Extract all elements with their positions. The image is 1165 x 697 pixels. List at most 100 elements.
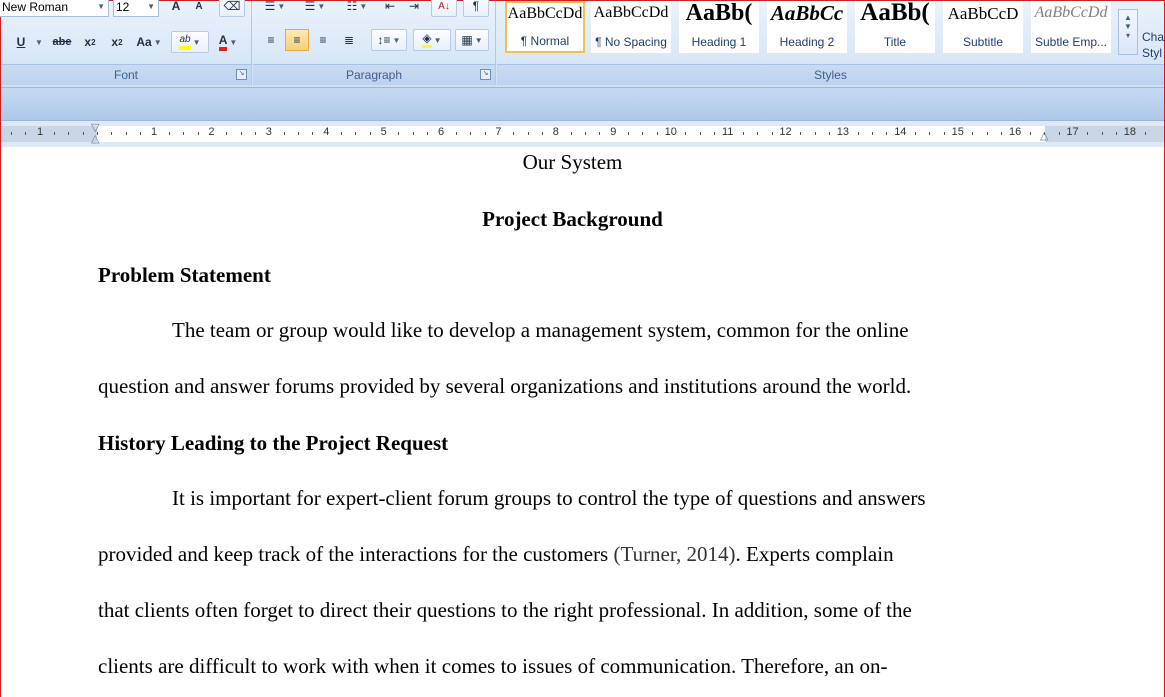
style-subtitle[interactable]: AaBbCcD Subtitle xyxy=(943,1,1023,53)
ruler-tick xyxy=(140,132,142,135)
subscript-button[interactable]: x2 xyxy=(79,31,101,53)
citation: (Turner, 2014) xyxy=(613,542,736,566)
paragraph-text: provided and keep track of the interacti… xyxy=(98,542,614,566)
align-center-button[interactable]: ≡ xyxy=(285,29,309,51)
grow-font-button[interactable]: A xyxy=(165,0,187,17)
document-page[interactable]: Our System Project Background Problem St… xyxy=(1,147,1164,697)
style-sample: AaBb( xyxy=(685,1,753,26)
styles-group: AaBbCcDd ¶ Normal AaBbCcDd ¶ No Spacing … xyxy=(497,1,1164,85)
chevron-down-icon: ▼ xyxy=(359,1,368,11)
style-no-spacing[interactable]: AaBbCcDd ¶ No Spacing xyxy=(591,1,671,53)
style-subtle-emphasis[interactable]: AaBbCcDd Subtle Emp... xyxy=(1031,1,1111,53)
ruler-tick xyxy=(11,132,12,135)
ruler-tick xyxy=(628,132,630,135)
change-styles-button[interactable]: Cha Styl xyxy=(1142,29,1164,61)
strikethrough-button[interactable]: abe xyxy=(49,31,75,53)
ruler-tick xyxy=(398,132,400,135)
superscript-button[interactable]: x2 xyxy=(105,31,129,53)
hanging-indent-marker-icon[interactable]: △ xyxy=(91,132,99,145)
show-formatting-button[interactable]: ¶ xyxy=(463,0,489,17)
style-name: Subtle Emp... xyxy=(1034,35,1108,49)
ruler-tick xyxy=(1101,132,1103,135)
ruler-tick xyxy=(513,132,515,135)
ruler-number: 8 xyxy=(552,126,559,138)
line-spacing-button[interactable]: ↕≡ ▼ xyxy=(371,29,407,51)
ruler-tick xyxy=(972,132,974,135)
horizontal-ruler[interactable]: 1 1 2 3 4 5 6 7 8 9 10 11 12 13 14 15 16 17 18 ▽ △ △ xyxy=(1,120,1164,148)
font-dialog-launcher-icon[interactable]: ↘ xyxy=(236,69,247,80)
ruler-number: 3 xyxy=(265,126,272,138)
font-size-dropdown-icon[interactable]: ▼ xyxy=(147,0,155,16)
bullets-button[interactable]: ☰ ▼ xyxy=(257,0,293,17)
heading-history: History Leading to the Project Request xyxy=(98,431,449,455)
ruler-tick xyxy=(369,132,371,135)
heading-problem-statement: Problem Statement xyxy=(98,263,271,287)
style-heading-2[interactable]: AaBbCc Heading 2 xyxy=(767,1,847,53)
ruler-tick xyxy=(541,132,543,135)
ruler-tick xyxy=(183,132,185,135)
ruler-number: 12 xyxy=(779,126,792,138)
multilevel-list-icon: ☷ xyxy=(346,0,358,13)
paragraph-group: ☰ ▼ ☰ ▼ ☷ ▼ ⇤ ⇥ A↓ ¶ ≡ ≡ ≡ ≣ ↕≡ ▼ ◈ ▼ ▦ ▼ Para… xyxy=(253,0,496,85)
style-normal[interactable]: AaBbCcDd ¶ Normal xyxy=(505,1,585,53)
borders-button[interactable]: ▦ ▼ xyxy=(455,29,489,51)
font-size-box[interactable]: 12 ▼ xyxy=(113,0,159,17)
paragraph-dialog-launcher-icon[interactable]: ↘ xyxy=(480,69,491,80)
ruler-tick xyxy=(656,132,658,135)
align-left-button[interactable]: ≡ xyxy=(259,29,283,51)
ruler-tick xyxy=(168,132,170,135)
font-color-button[interactable]: A ▼ xyxy=(211,31,245,53)
multilevel-list-button[interactable]: ☷ ▼ xyxy=(339,0,375,17)
ruler-tick xyxy=(341,132,343,135)
align-right-button[interactable]: ≡ xyxy=(311,29,335,51)
right-indent-marker-icon[interactable]: △ xyxy=(1040,129,1048,142)
shrink-font-button[interactable]: A xyxy=(189,0,209,17)
chevron-down-icon[interactable]: ▼ xyxy=(1119,22,1137,31)
more-styles-icon[interactable]: ▾ xyxy=(1119,31,1137,40)
ruler-number: 7 xyxy=(495,126,502,138)
decrease-indent-button[interactable]: ⇤ xyxy=(379,0,401,17)
style-title[interactable]: AaBb( Title xyxy=(855,1,935,53)
style-name: ¶ No Spacing xyxy=(595,35,667,49)
ruler-tick xyxy=(1115,132,1117,135)
ruler-number: 11 xyxy=(722,126,734,138)
font-name-box[interactable]: New Roman ▼ xyxy=(0,0,109,17)
borders-icon: ▦ xyxy=(461,33,473,47)
change-case-button[interactable]: Aa ▼ xyxy=(133,31,165,53)
style-name: Heading 1 xyxy=(691,35,747,49)
justify-button[interactable]: ≣ xyxy=(337,29,361,51)
style-heading-1[interactable]: AaBb( Heading 1 xyxy=(679,1,759,53)
chevron-up-icon[interactable]: ▲ xyxy=(1119,13,1137,22)
shading-button[interactable]: ◈ ▼ xyxy=(413,29,451,51)
ruler-tick xyxy=(585,132,586,135)
numbering-button[interactable]: ☰ ▼ xyxy=(297,0,333,17)
ruler-tick xyxy=(599,132,601,135)
chevron-down-icon: ▼ xyxy=(474,35,483,45)
superscript-label: x xyxy=(111,35,119,49)
ruler-tick xyxy=(800,132,802,135)
styles-gallery-scroll[interactable]: ▲ ▼ ▾ xyxy=(1118,9,1138,55)
style-sample: AaBbCcDd xyxy=(507,5,583,22)
increase-indent-button[interactable]: ⇥ xyxy=(403,0,425,17)
strikethrough-label: abe xyxy=(52,36,72,48)
paragraph-line: that clients often forget to direct thei… xyxy=(98,598,912,622)
paragraph-line: question and answer forums provided by s… xyxy=(98,374,912,398)
shrink-font-label: A xyxy=(195,0,203,12)
align-left-icon: ≡ xyxy=(267,33,275,47)
clear-formatting-button[interactable]: ⌫ xyxy=(219,0,245,17)
sort-button[interactable]: A↓ xyxy=(431,0,457,17)
underline-button[interactable]: U xyxy=(11,31,31,53)
font-name-dropdown-icon[interactable]: ▼ xyxy=(97,0,105,16)
ruler-tick xyxy=(355,132,357,135)
ruler-tick xyxy=(570,132,572,135)
style-name: Title xyxy=(883,35,907,49)
ruler-tick xyxy=(427,132,429,135)
ruler-tick xyxy=(254,132,256,135)
highlight-button[interactable]: ab ▼ xyxy=(171,31,209,53)
ruler-number: 9 xyxy=(610,126,617,138)
align-right-icon: ≡ xyxy=(319,33,327,47)
ruler-tick xyxy=(714,132,716,135)
ruler-tick xyxy=(54,132,56,135)
paragraph-line: clients are difficult to work with when … xyxy=(98,654,888,678)
underline-dropdown[interactable]: ▼ xyxy=(31,31,45,53)
